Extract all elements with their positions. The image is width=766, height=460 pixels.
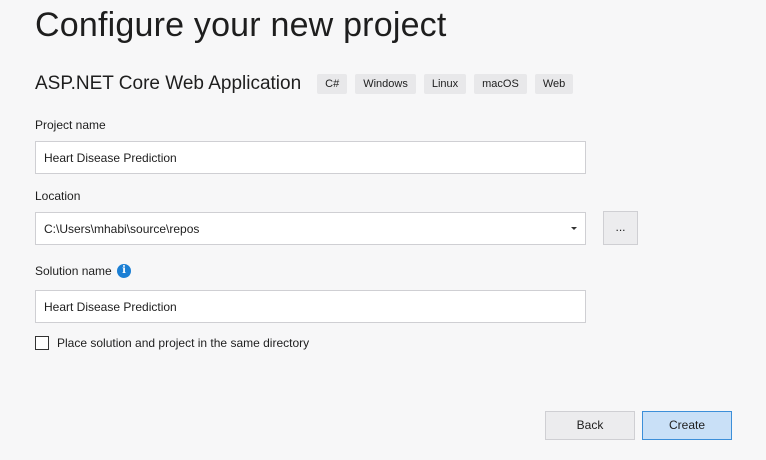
same-directory-option[interactable]: Place solution and project in the same d… (35, 336, 309, 350)
tag-platform-windows: Windows (355, 74, 416, 94)
chevron-down-icon[interactable] (571, 227, 577, 230)
info-icon[interactable]: i (117, 264, 131, 278)
back-button[interactable]: Back (545, 411, 635, 440)
same-directory-checkbox[interactable] (35, 336, 49, 350)
tag-language: C# (317, 74, 348, 94)
location-value: C:\Users\mhabi\source\repos (44, 221, 200, 236)
tag-project-type-web: Web (534, 74, 574, 94)
same-directory-label[interactable]: Place solution and project in the same d… (57, 336, 309, 350)
page-title: Configure your new project (35, 6, 447, 44)
location-select[interactable]: C:\Users\mhabi\source\repos (35, 212, 586, 245)
solution-name-input[interactable] (35, 290, 586, 323)
location-label: Location (35, 189, 81, 203)
solution-name-label: Solution name (35, 264, 112, 278)
template-name: ASP.NET Core Web Application (35, 73, 302, 94)
tag-platform-linux: Linux (423, 74, 467, 94)
project-name-input[interactable] (35, 141, 586, 174)
project-name-label: Project name (35, 118, 106, 132)
create-button[interactable]: Create (642, 411, 732, 440)
tag-platform-macos: macOS (474, 74, 527, 94)
template-header: ASP.NET Core Web Application C# Windows … (35, 73, 581, 95)
browse-location-button[interactable]: ... (603, 211, 638, 245)
